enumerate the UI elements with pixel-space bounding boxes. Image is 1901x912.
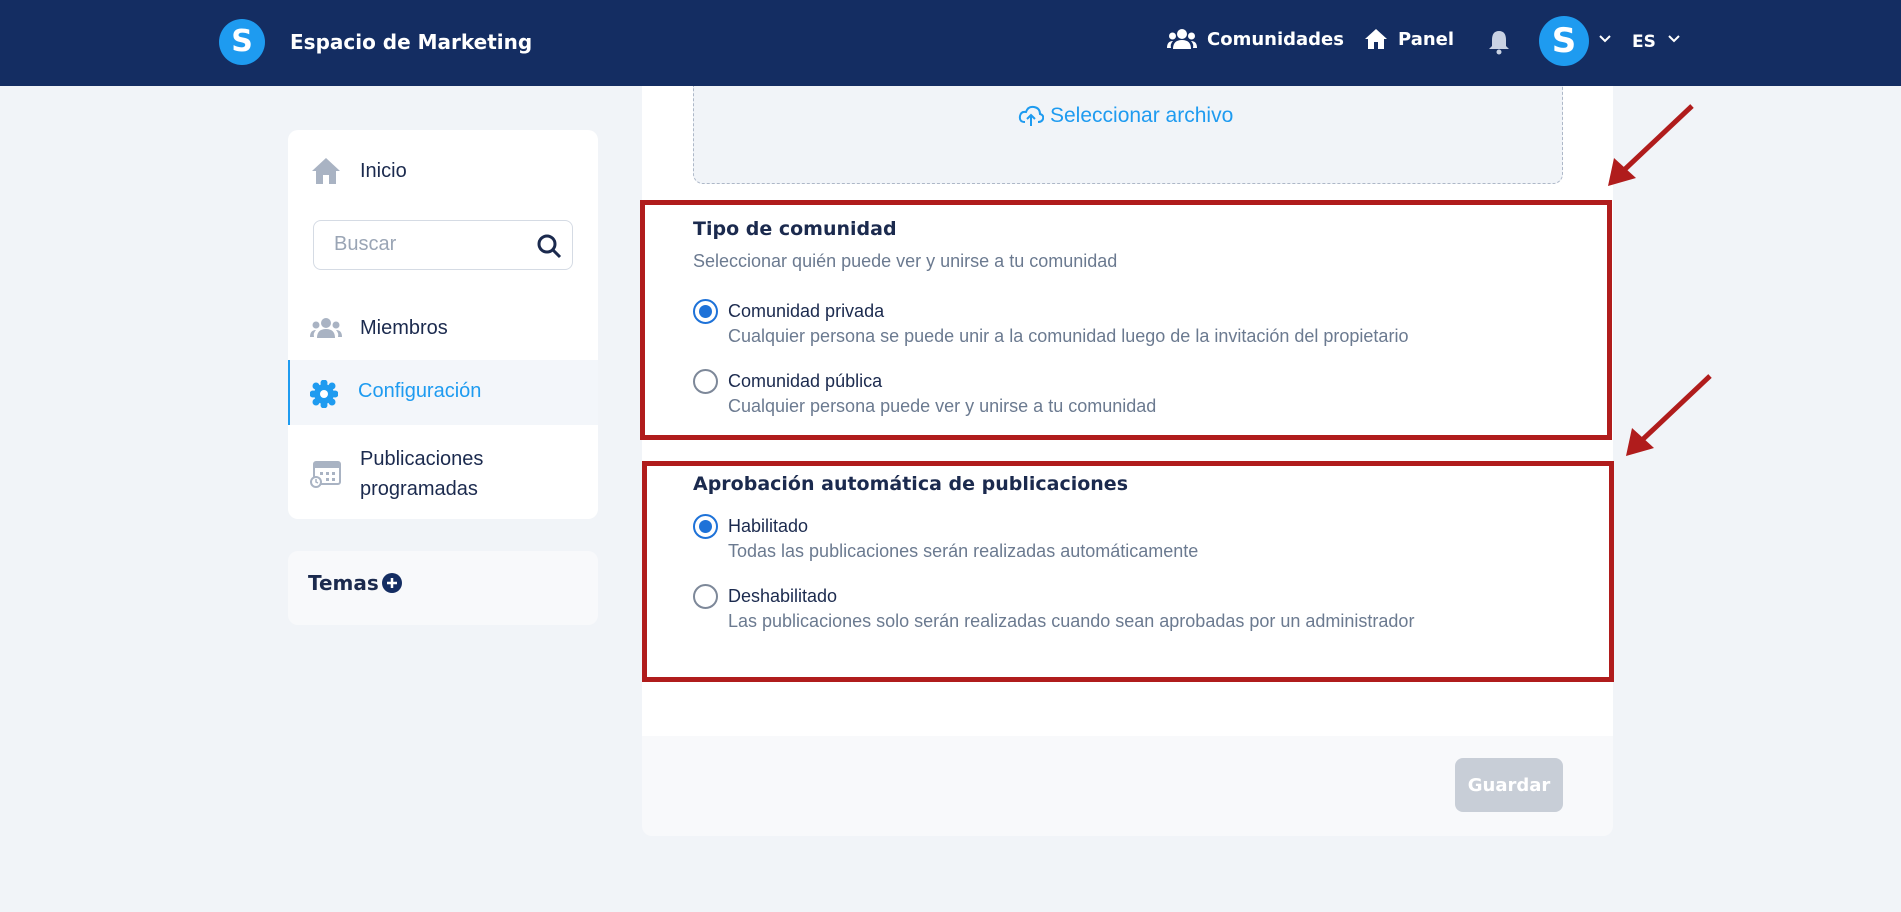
nav-panel[interactable]: Panel — [1364, 28, 1454, 50]
users-icon — [310, 318, 342, 338]
nav-communities-label: Comunidades — [1207, 28, 1344, 50]
annotation-arrow — [1626, 374, 1712, 456]
search-input[interactable] — [334, 233, 524, 256]
chevron-down-icon[interactable] — [1598, 34, 1612, 44]
sidebar-item-label: Publicaciones programadas — [360, 448, 484, 500]
top-navbar: S Espacio de Marketing Comunidades Panel… — [0, 0, 1901, 86]
bell-icon[interactable] — [1487, 29, 1511, 55]
nav-panel-label: Panel — [1398, 28, 1455, 50]
cloud-upload-icon — [1018, 105, 1044, 126]
chevron-down-icon[interactable] — [1667, 34, 1681, 44]
avatar[interactable]: S — [1539, 16, 1589, 66]
logo[interactable]: S — [219, 19, 265, 65]
search-icon[interactable] — [536, 233, 562, 259]
sidebar-item-label: Inicio — [360, 159, 407, 182]
sidebar-item-home[interactable]: Inicio — [288, 146, 598, 196]
topics-section: Temas — [288, 551, 598, 625]
language-selector[interactable]: ES — [1632, 32, 1656, 52]
nav-communities[interactable]: Comunidades — [1167, 28, 1344, 50]
select-file-label: Seleccionar archivo — [1050, 104, 1234, 127]
gear-icon — [310, 380, 338, 408]
annotation-arrow — [1608, 104, 1694, 186]
users-icon — [1167, 29, 1197, 49]
add-topic-icon[interactable] — [381, 572, 403, 594]
sidebar-item-scheduled-posts[interactable]: Publicaciones programadas — [288, 440, 598, 510]
annotation-box — [642, 461, 1614, 682]
sidebar-item-configuration[interactable]: Configuración — [288, 360, 598, 425]
sidebar-item-members[interactable]: Miembros — [288, 303, 598, 353]
home-icon — [312, 158, 340, 184]
home-icon — [1365, 29, 1387, 49]
search-field[interactable] — [313, 220, 573, 270]
save-button[interactable]: Guardar — [1455, 758, 1563, 812]
calendar-clock-icon — [310, 461, 341, 488]
annotation-box — [640, 200, 1612, 440]
sidebar-item-label: Configuración — [358, 380, 482, 402]
app-title[interactable]: Espacio de Marketing — [290, 30, 532, 54]
topics-title: Temas — [308, 571, 379, 595]
sidebar-item-label: Miembros — [360, 316, 448, 339]
select-file-link[interactable]: Seleccionar archivo — [1018, 104, 1233, 128]
file-upload-area[interactable] — [693, 86, 1563, 184]
